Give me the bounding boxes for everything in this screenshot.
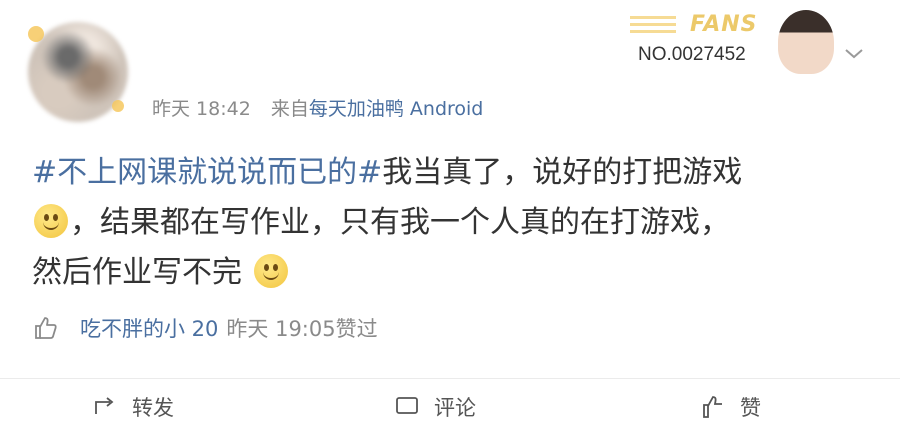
comment-button[interactable]: 评论	[394, 392, 476, 422]
repost-icon	[95, 397, 114, 414]
source-prefix: 来自	[270, 98, 309, 120]
post-body: #不上网课就说说而已的#我当真了，说好的打把游戏 ，结果都在写作业，只有我一个人…	[32, 148, 872, 298]
avatar-decoration	[28, 26, 44, 42]
like-time: 昨天 19:05	[226, 317, 336, 341]
liker-name-link[interactable]: 吃不胖的小 20	[80, 313, 218, 343]
smile-emoji-icon	[253, 254, 288, 288]
post-text-segment: 然后作业写不完	[32, 255, 242, 290]
idol-portrait	[778, 10, 834, 74]
fans-number: NO.0027452	[638, 44, 746, 65]
comment-label: 评论	[434, 396, 476, 420]
post-text-segment: ，结果都在写作业，只有我一个人真的在打游戏，	[70, 205, 730, 240]
fans-label: FANS	[690, 12, 758, 37]
like-action-text: 赞过	[335, 317, 378, 341]
thumbs-up-icon	[703, 396, 722, 418]
chevron-down-icon[interactable]	[843, 42, 865, 64]
thumbs-up-icon	[35, 317, 57, 339]
post-meta: 昨天 18:42 来自每天加油鸭 Android	[152, 94, 483, 121]
fans-badge[interactable]: FANS NO.0027452	[630, 6, 835, 74]
hashtag-link[interactable]: #不上网课就说说而已的#	[32, 155, 382, 190]
source-app-link[interactable]: 每天加油鸭 Android	[309, 98, 484, 120]
smile-emoji-icon	[34, 204, 68, 238]
post-time: 昨天 18:42	[152, 98, 251, 120]
badge-decoration	[630, 16, 676, 36]
action-bar: 转发 评论 赞	[0, 392, 900, 422]
post-text-segment: 我当真了，说好的打把游戏	[382, 155, 743, 190]
repost-button[interactable]: 转发	[92, 392, 174, 422]
repost-label: 转发	[132, 396, 174, 420]
like-notice: 吃不胖的小 20 昨天 19:05 赞过	[32, 313, 378, 343]
divider	[0, 378, 900, 379]
avatar-decoration	[112, 100, 124, 112]
comment-icon	[396, 397, 418, 414]
like-button[interactable]: 赞	[700, 392, 761, 422]
like-label: 赞	[740, 396, 761, 420]
